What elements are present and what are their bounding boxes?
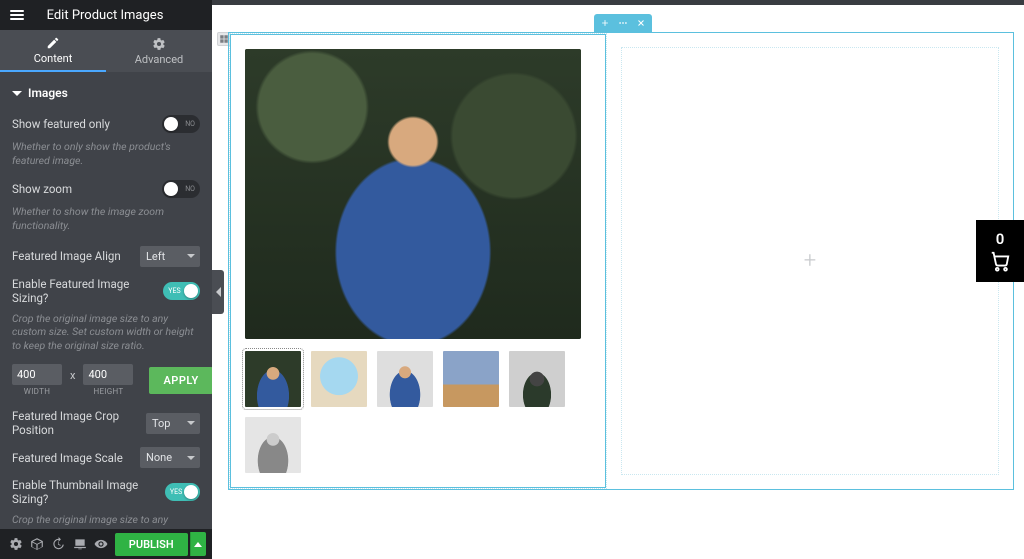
sidebar-header: Edit Product Images	[0, 0, 212, 30]
desc-show-zoom: Whether to show the image zoom functiona…	[12, 203, 200, 240]
desc-enable-thumb-sizing: Crop the original image size to any cust…	[12, 511, 200, 529]
toggle-enable-featured-sizing[interactable]: YES	[163, 282, 200, 300]
control-show-featured-only: Show featured only NO	[12, 110, 200, 138]
controls-panel: Images Show featured only NO Whether to …	[0, 72, 212, 529]
dimension-x: x	[70, 369, 75, 392]
featured-dimensions: WIDTH x HEIGHT APPLY	[12, 360, 200, 396]
input-featured-height[interactable]	[83, 364, 133, 385]
input-featured-width[interactable]	[12, 364, 62, 385]
cart-icon	[989, 250, 1011, 272]
history-icon[interactable]	[49, 532, 68, 556]
section[interactable]: +	[228, 32, 1014, 490]
chevron-left-icon	[216, 287, 221, 297]
chevron-down-icon	[187, 254, 195, 258]
caret-up-icon	[194, 542, 202, 547]
publish-options-button[interactable]	[190, 532, 206, 556]
publish-button[interactable]: PUBLISH	[115, 533, 188, 556]
cart-button[interactable]: 0	[976, 220, 1024, 282]
pencil-icon	[46, 36, 60, 50]
thumbnail-row	[245, 351, 591, 473]
control-featured-align: Featured Image Align Left	[12, 241, 200, 272]
toggle-show-zoom[interactable]: NO	[162, 180, 200, 198]
desc-enable-featured-sizing: Crop the original image size to any cust…	[12, 310, 200, 361]
editor-canvas: +	[228, 32, 1014, 490]
toggle-show-featured-only[interactable]: NO	[162, 115, 200, 133]
section-images[interactable]: Images	[12, 72, 200, 110]
select-crop-position[interactable]: Top	[146, 413, 200, 434]
thumbnail[interactable]	[509, 351, 565, 407]
responsive-icon[interactable]	[70, 532, 89, 556]
column-right[interactable]: +	[621, 47, 999, 475]
add-widget-button[interactable]: +	[804, 249, 816, 274]
collapse-sidebar-button[interactable]	[212, 270, 224, 314]
chevron-down-icon	[187, 421, 195, 425]
delete-section-icon[interactable]	[636, 18, 646, 28]
product-images-widget[interactable]	[230, 34, 606, 488]
select-scale[interactable]: None	[140, 447, 200, 468]
edit-section-icon[interactable]	[618, 18, 628, 28]
control-enable-featured-sizing: Enable Featured Image Sizing? YES	[12, 272, 200, 310]
navigator-icon[interactable]	[27, 532, 46, 556]
control-crop-position: Featured Image Crop Position Top	[12, 404, 200, 442]
tab-content[interactable]: Content	[0, 30, 106, 72]
thumbnail[interactable]	[443, 351, 499, 407]
desc-show-featured-only: Whether to only show the product's featu…	[12, 138, 200, 175]
gear-icon	[152, 37, 166, 51]
canvas-topbar	[212, 0, 1024, 5]
toggle-enable-thumb-sizing[interactable]: YES	[165, 483, 200, 501]
apply-featured-button[interactable]: APPLY	[149, 367, 212, 394]
control-enable-thumb-sizing: Enable Thumbnail Image Sizing? YES	[12, 473, 200, 511]
featured-image[interactable]	[245, 49, 581, 339]
select-featured-align[interactable]: Left	[140, 246, 200, 267]
caret-down-icon	[12, 91, 22, 96]
panel-tabs: Content Advanced	[0, 30, 212, 72]
column-left[interactable]	[229, 33, 607, 489]
control-show-zoom: Show zoom NO	[12, 175, 200, 203]
preview-icon[interactable]	[91, 532, 110, 556]
add-section-icon[interactable]	[600, 18, 610, 28]
sidebar-footer: PUBLISH	[0, 529, 212, 559]
chevron-down-icon	[187, 456, 195, 460]
tab-advanced[interactable]: Advanced	[106, 30, 212, 72]
control-scale: Featured Image Scale None	[12, 442, 200, 473]
thumbnail[interactable]	[245, 351, 301, 407]
panel-title: Edit Product Images	[47, 8, 164, 23]
thumbnail[interactable]	[245, 417, 301, 473]
thumbnail[interactable]	[311, 351, 367, 407]
settings-icon[interactable]	[6, 532, 25, 556]
section-controls	[594, 14, 652, 32]
editor-sidebar: Edit Product Images Content Advanced Ima…	[0, 0, 212, 559]
thumbnail[interactable]	[377, 351, 433, 407]
menu-icon[interactable]	[10, 14, 24, 16]
cart-count: 0	[996, 230, 1005, 248]
